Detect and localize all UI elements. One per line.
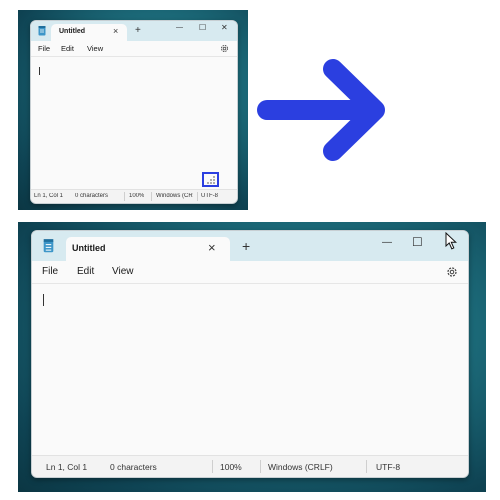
status-position[interactable]: Ln 1, Col 1 bbox=[34, 193, 63, 199]
notepad-icon bbox=[38, 26, 46, 36]
resize-grip-icon bbox=[207, 176, 215, 184]
status-encoding[interactable]: UTF-8 bbox=[376, 462, 400, 472]
notepad-icon bbox=[43, 239, 54, 253]
new-tab-button[interactable]: + bbox=[135, 25, 141, 36]
gear-icon[interactable] bbox=[220, 44, 229, 53]
tab-untitled[interactable]: Untitled × bbox=[66, 237, 230, 261]
text-caret bbox=[39, 67, 40, 75]
status-divider bbox=[151, 192, 152, 201]
menu-file[interactable]: File bbox=[38, 44, 50, 53]
status-divider bbox=[366, 460, 367, 473]
maximize-button[interactable]: ☐ bbox=[199, 23, 206, 32]
status-zoom[interactable]: 100% bbox=[129, 193, 144, 199]
text-caret bbox=[43, 294, 44, 306]
status-line-ending[interactable]: Windows (CR bbox=[156, 193, 194, 199]
status-divider bbox=[124, 192, 125, 201]
menu-edit[interactable]: Edit bbox=[61, 44, 74, 53]
status-zoom[interactable]: 100% bbox=[220, 462, 242, 472]
minimize-button[interactable]: — bbox=[382, 237, 392, 248]
notepad-window-large: Untitled × + — ☐ ✕ File Edit View Ln 1, … bbox=[31, 230, 469, 478]
maximize-button[interactable]: ☐ bbox=[412, 235, 423, 249]
menu-bar: File Edit View bbox=[32, 261, 468, 284]
minimize-button[interactable]: — bbox=[176, 24, 183, 31]
mouse-cursor-icon bbox=[445, 232, 457, 250]
status-divider bbox=[212, 460, 213, 473]
status-divider bbox=[260, 460, 261, 473]
resize-grip-highlight[interactable] bbox=[202, 172, 219, 187]
desktop-after: Untitled × + — ☐ ✕ File Edit View Ln 1, … bbox=[18, 222, 486, 492]
status-encoding[interactable]: UTF-8 bbox=[201, 193, 218, 199]
status-position[interactable]: Ln 1, Col 1 bbox=[46, 462, 87, 472]
close-button[interactable]: ✕ bbox=[221, 23, 228, 32]
new-tab-button[interactable]: + bbox=[242, 238, 250, 254]
title-tab-bar: Untitled × + — ☐ ✕ bbox=[31, 21, 237, 41]
tab-title: Untitled bbox=[59, 28, 86, 35]
menu-file[interactable]: File bbox=[42, 266, 58, 277]
tab-close-icon[interactable]: × bbox=[208, 240, 216, 255]
tab-title: Untitled bbox=[72, 243, 106, 253]
menu-bar: File Edit View bbox=[31, 41, 237, 57]
status-line-ending[interactable]: Windows (CRLF) bbox=[268, 462, 333, 472]
gear-icon[interactable] bbox=[446, 266, 458, 278]
text-editor[interactable] bbox=[31, 57, 237, 189]
status-bar: Ln 1, Col 1 0 characters 100% Windows (C… bbox=[31, 189, 237, 203]
tab-close-icon[interactable]: × bbox=[113, 26, 118, 36]
text-editor[interactable] bbox=[32, 284, 468, 455]
menu-view[interactable]: View bbox=[87, 44, 103, 53]
status-char-count: 0 characters bbox=[75, 193, 109, 199]
menu-view[interactable]: View bbox=[112, 266, 134, 277]
status-char-count: 0 characters bbox=[110, 462, 157, 472]
status-bar: Ln 1, Col 1 0 characters 100% Windows (C… bbox=[32, 455, 468, 477]
title-tab-bar: Untitled × + — ☐ ✕ bbox=[32, 231, 468, 261]
tab-untitled[interactable]: Untitled × bbox=[51, 24, 127, 41]
menu-edit[interactable]: Edit bbox=[77, 266, 94, 277]
status-divider bbox=[197, 192, 198, 201]
arrow-right-icon bbox=[257, 59, 385, 161]
